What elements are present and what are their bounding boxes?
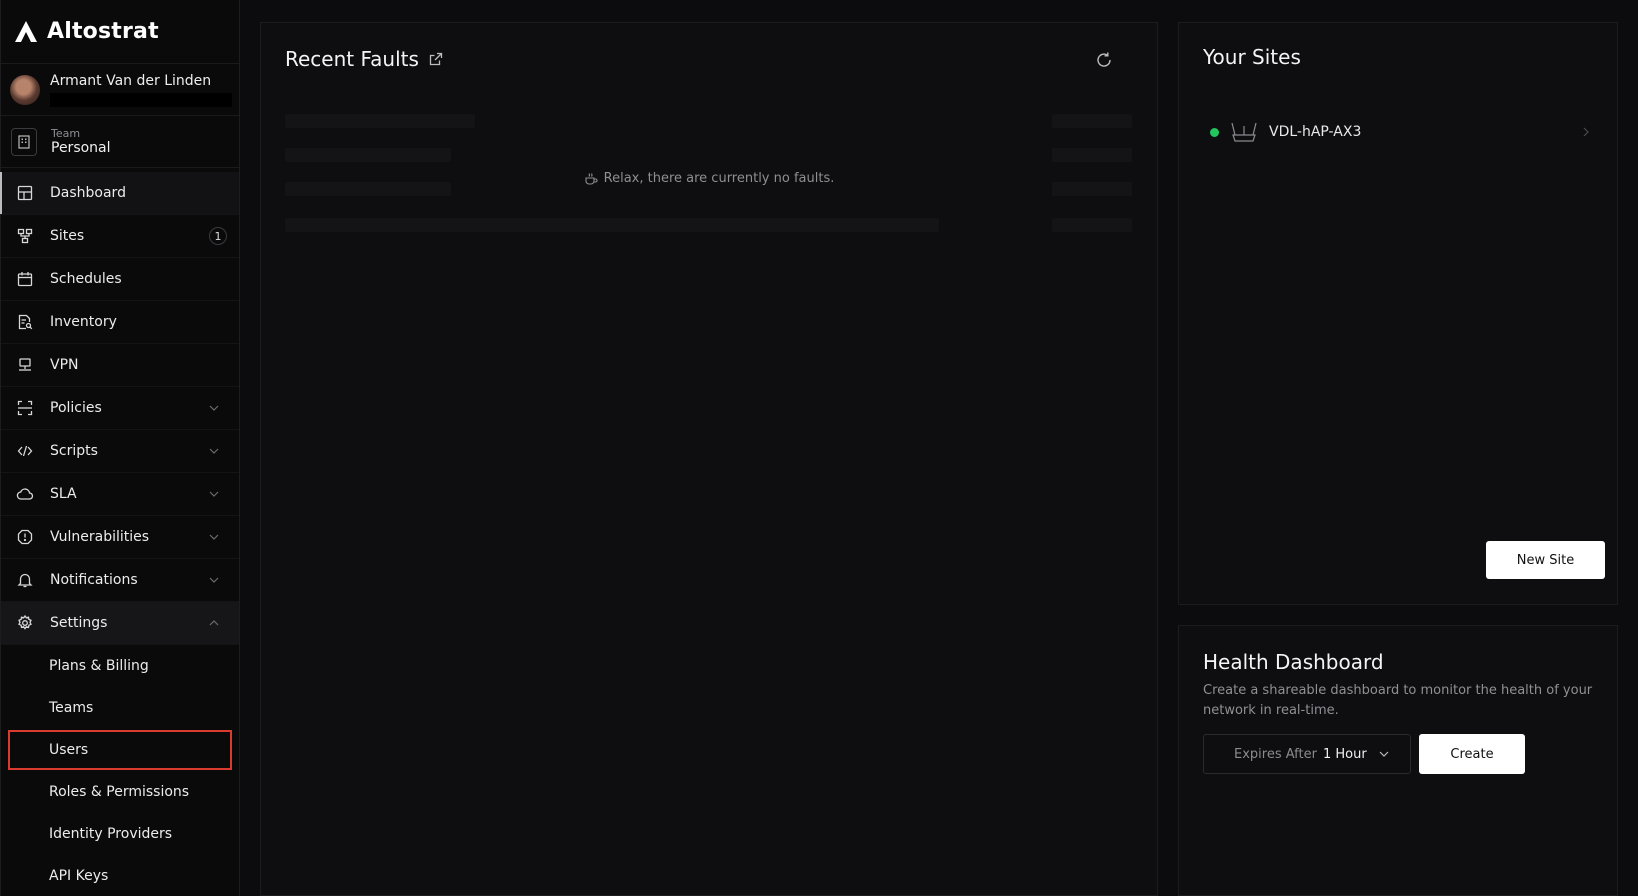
online-status-dot	[1210, 127, 1219, 137]
redacted-email	[50, 92, 232, 107]
sidebar-item-scripts[interactable]: Scripts	[1, 430, 239, 473]
sidebar-item-vpn[interactable]: VPN	[1, 344, 239, 387]
skeleton-line	[1052, 114, 1132, 128]
sidebar-item-sla[interactable]: SLA	[1, 473, 239, 516]
scan-icon	[16, 399, 34, 417]
monitor-network-icon	[16, 356, 34, 374]
expires-after-select[interactable]: Expires After 1 Hour	[1203, 734, 1411, 774]
sidebar-item-label: VPN	[50, 357, 79, 373]
faults-title: Recent Faults	[285, 47, 419, 71]
skeleton-line	[1052, 218, 1132, 232]
sidebar-item-label: Notifications	[50, 572, 138, 588]
sidebar-item-label: Settings	[50, 615, 108, 631]
sidebar-item-inventory[interactable]: Inventory	[1, 301, 239, 344]
altostrat-logo-icon	[15, 20, 37, 42]
sidebar-item-label: Scripts	[50, 443, 98, 459]
settings-teams[interactable]: Teams	[1, 687, 239, 729]
new-site-button[interactable]: New Site	[1486, 541, 1605, 579]
brand-name: Altostrat	[47, 19, 159, 44]
sidebar-item-settings[interactable]: Settings	[1, 602, 239, 645]
gear-icon	[16, 614, 34, 632]
external-link-icon[interactable]	[429, 52, 443, 66]
sidebar-item-label: Vulnerabilities	[50, 529, 150, 545]
bell-icon	[16, 571, 34, 589]
settings-users[interactable]: Users	[7, 729, 233, 771]
your-sites-panel: Your Sites VDL-hAP-AX3 New Site	[1178, 22, 1618, 605]
sidebar-item-label: Dashboard	[50, 185, 126, 201]
app-root: Altostrat Armant Van der Linden Team Per…	[0, 0, 1638, 896]
refresh-icon[interactable]	[1095, 51, 1113, 69]
faults-header: Recent Faults	[285, 47, 443, 71]
recent-faults-panel: Recent Faults Relax, there are currently…	[260, 22, 1158, 896]
chevron-down-icon	[207, 530, 221, 544]
router-icon	[1231, 122, 1257, 142]
team-switcher[interactable]: Team Personal	[1, 116, 239, 168]
settings-api-keys[interactable]: API Keys	[1, 855, 239, 896]
chevron-down-icon	[207, 573, 221, 587]
sidebar: Altostrat Armant Van der Linden Team Per…	[0, 0, 240, 896]
sidebar-item-schedules[interactable]: Schedules	[1, 258, 239, 301]
team-label: Team	[51, 127, 81, 140]
sidebar-item-label: Sites	[50, 228, 85, 244]
avatar	[10, 74, 40, 105]
expires-label: Expires After	[1234, 746, 1317, 762]
sites-title: Your Sites	[1203, 45, 1301, 69]
network-icon	[16, 227, 34, 245]
health-description: Create a shareable dashboard to monitor …	[1203, 683, 1593, 718]
settings-plans-billing[interactable]: Plans & Billing	[1, 645, 239, 687]
chevron-down-icon	[207, 401, 221, 415]
no-faults-message: Relax, there are currently no faults.	[261, 171, 1157, 186]
chevron-down-icon	[207, 444, 221, 458]
building-icon	[11, 127, 37, 156]
no-faults-text: Relax, there are currently no faults.	[603, 171, 835, 186]
sidebar-item-dashboard[interactable]: Dashboard	[0, 172, 239, 215]
file-search-icon	[16, 313, 34, 331]
health-dashboard-panel: Health Dashboard Create a shareable dash…	[1178, 625, 1618, 896]
octagon-alert-icon	[16, 528, 34, 546]
code-icon	[16, 442, 34, 460]
settings-identity-providers[interactable]: Identity Providers	[1, 813, 239, 855]
settings-roles-permissions[interactable]: Roles & Permissions	[1, 771, 239, 813]
sidebar-nav: Dashboard Sites 1 Schedules Inventory VP…	[0, 172, 239, 896]
skeleton-line	[285, 114, 475, 128]
sidebar-item-label: Schedules	[50, 271, 122, 287]
skeleton-line	[285, 218, 939, 232]
chevron-down-icon	[207, 487, 221, 501]
site-name: VDL-hAP-AX3	[1269, 124, 1362, 140]
sidebar-item-policies[interactable]: Policies	[1, 387, 239, 430]
sidebar-item-label: Inventory	[50, 314, 117, 330]
calendar-icon	[16, 270, 34, 288]
chevron-right-icon	[1583, 127, 1589, 137]
user-profile[interactable]: Armant Van der Linden	[1, 64, 239, 116]
expires-value: 1 Hour	[1322, 746, 1367, 762]
chevron-down-icon	[1379, 751, 1389, 757]
chevron-up-icon	[207, 616, 221, 630]
sidebar-item-vulnerabilities[interactable]: Vulnerabilities	[1, 516, 239, 559]
site-row[interactable]: VDL-hAP-AX3	[1203, 119, 1597, 145]
skeleton-line	[1052, 148, 1132, 162]
sidebar-item-sites[interactable]: Sites 1	[1, 215, 239, 258]
sites-count-badge: 1	[209, 227, 227, 245]
team-name: Personal	[51, 140, 111, 156]
create-button[interactable]: Create	[1419, 734, 1525, 774]
skeleton-line	[285, 148, 451, 162]
cloud-icon	[16, 485, 34, 503]
health-title: Health Dashboard	[1203, 650, 1384, 674]
brand[interactable]: Altostrat	[1, 0, 239, 64]
sidebar-item-label: Policies	[50, 400, 102, 416]
sidebar-item-label: SLA	[50, 486, 77, 502]
sidebar-item-notifications[interactable]: Notifications	[1, 559, 239, 602]
layout-icon	[16, 184, 34, 202]
user-name: Armant Van der Linden	[50, 72, 212, 89]
coffee-icon	[585, 172, 598, 185]
